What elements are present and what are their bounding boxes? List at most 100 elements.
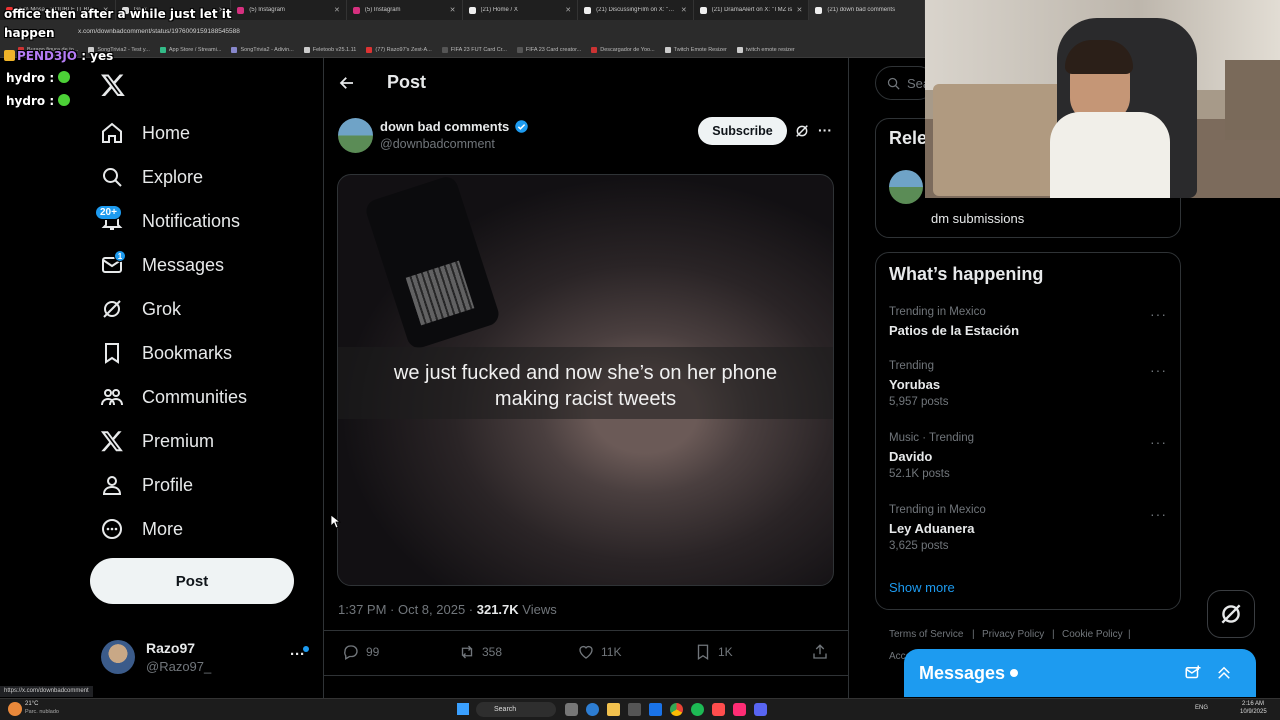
music-app-icon[interactable]	[733, 703, 746, 716]
bookmark-button[interactable]: 1K	[694, 643, 733, 661]
reply-icon	[344, 645, 358, 660]
trend-name[interactable]: Davido	[889, 449, 932, 464]
grok-explain-icon[interactable]	[794, 123, 810, 139]
browser-tab[interactable]: (5) Instagram ✕	[231, 0, 347, 20]
trend-name[interactable]: Ley Aduanera	[889, 521, 975, 536]
nav-grok-label: Grok	[142, 298, 182, 319]
edge-icon[interactable]	[586, 703, 599, 716]
views-label: Views	[518, 602, 557, 617]
url-text: x.com/downbadcomment/status/197600915918…	[78, 27, 240, 35]
footer-separator: |	[1128, 629, 1131, 640]
nav-premium-label: Premium	[142, 430, 215, 451]
trend-context: Trending in Mexico	[889, 504, 986, 516]
footer-terms[interactable]: Terms of Service	[889, 629, 963, 640]
x-logo-icon[interactable]	[100, 72, 126, 98]
browser-tab[interactable]: (21) Home / X ✕	[463, 0, 579, 20]
repost-button[interactable]: 358	[458, 643, 502, 661]
close-tab-icon[interactable]: ✕	[334, 6, 340, 14]
clock-time[interactable]: 2:16 AM	[1242, 701, 1264, 707]
share-icon[interactable]	[811, 643, 829, 661]
taskbar-search[interactable]: Search	[476, 702, 556, 717]
file-explorer-icon[interactable]	[607, 703, 620, 716]
trend-context: Music · Trending	[889, 432, 975, 444]
notifications-badge: 20+	[95, 205, 122, 220]
column-divider	[323, 58, 324, 698]
trend-name[interactable]: Patios de la Estación	[889, 323, 1019, 338]
trend-name[interactable]: Yorubas	[889, 377, 940, 392]
bookmark[interactable]: (77) Razo97's Zest-A...	[366, 46, 432, 53]
language-indicator[interactable]: ENG	[1195, 705, 1208, 711]
close-tab-icon[interactable]: ✕	[565, 6, 571, 14]
relevant-avatar[interactable]	[889, 170, 923, 204]
clock-date[interactable]: 10/9/2025	[1240, 709, 1267, 715]
footer-privacy[interactable]: Privacy Policy	[982, 629, 1044, 640]
repost-count: 358	[482, 645, 503, 659]
page-title: Post	[387, 72, 427, 92]
bookmark[interactable]: twitch emote resizer	[736, 46, 795, 53]
nav-bookmarks-label: Bookmarks	[142, 342, 233, 363]
account-handle: @Razo97_	[146, 659, 212, 674]
like-button[interactable]: 11K	[577, 643, 621, 661]
chrome-icon[interactable]	[670, 703, 683, 716]
back-arrow-icon[interactable]	[338, 74, 356, 92]
windows-start-icon[interactable]	[457, 703, 469, 715]
task-view-icon[interactable]	[565, 703, 578, 716]
expand-chevrons-icon[interactable]	[1215, 664, 1233, 682]
reply-button[interactable]: 99	[342, 643, 379, 661]
author-name[interactable]: down bad comments	[380, 119, 509, 134]
close-tab-icon[interactable]: ✕	[450, 6, 456, 14]
close-tab-icon[interactable]: ✕	[797, 6, 803, 14]
messages-drawer[interactable]: Messages	[904, 649, 1256, 697]
nav-notifications-label: Notifications	[142, 210, 241, 231]
bookmark[interactable]: App Store / Streami...	[159, 46, 221, 53]
trend-more-icon[interactable]: ···	[1150, 434, 1167, 450]
chat-badge-icon	[4, 50, 15, 61]
discord-icon[interactable]	[754, 703, 767, 716]
nav-grok[interactable]: Grok	[100, 294, 181, 324]
close-tab-icon[interactable]: ✕	[681, 6, 687, 14]
taskbar-apps	[565, 703, 767, 716]
nav-communities[interactable]: Communities	[100, 382, 247, 412]
bookmark[interactable]: Twitch Emote Resizer	[664, 46, 727, 53]
divider	[324, 675, 848, 676]
new-message-icon[interactable]	[1184, 664, 1202, 682]
browser-tab[interactable]: (21) DiscussingFilm on X: "Netfl ✕	[578, 0, 694, 20]
browser-tab[interactable]: (21) DramaAlert on X: "TMZ is ✕	[694, 0, 810, 20]
bookmark[interactable]: FIFA 23 FUT Card Cr...	[441, 46, 507, 53]
bookmark[interactable]: SongTrivia2 - Adivin...	[231, 46, 294, 53]
bookmark[interactable]: FIFA 23 Card creator...	[516, 46, 581, 53]
browser-tab-active[interactable]: (21) down bad comments	[809, 0, 925, 20]
grok-floating-button[interactable]	[1207, 590, 1255, 638]
author-avatar[interactable]	[338, 118, 373, 153]
post-button[interactable]: Post	[90, 558, 294, 604]
author-handle[interactable]: @downbadcomment	[380, 137, 495, 151]
bookmark[interactable]: Feletoob v25.1.11	[303, 46, 356, 53]
subscribe-button[interactable]: Subscribe	[698, 117, 787, 145]
nav-bookmarks[interactable]: Bookmarks	[100, 338, 232, 368]
trend-more-icon[interactable]: ···	[1150, 362, 1167, 378]
trend-more-icon[interactable]: ···	[1150, 506, 1167, 522]
nav-premium[interactable]: Premium	[100, 426, 214, 456]
account-avatar[interactable]	[101, 640, 135, 674]
store-icon[interactable]	[628, 703, 641, 716]
nav-profile[interactable]: Profile	[100, 470, 193, 500]
show-more-link[interactable]: Show more	[889, 580, 955, 595]
nav-more[interactable]: More	[100, 514, 183, 544]
mail-app-icon[interactable]	[649, 703, 662, 716]
post-more-icon[interactable]: ···	[818, 122, 832, 138]
account-name: Razo97	[146, 640, 196, 656]
trend-more-icon[interactable]: ···	[1150, 306, 1167, 322]
spotify-icon[interactable]	[691, 703, 704, 716]
bookmark[interactable]: Descargador de Yoo...	[591, 46, 655, 53]
weather-desc[interactable]: Parc. nublado	[25, 709, 59, 715]
trend-count: 5,957 posts	[889, 396, 949, 408]
footer-cookie[interactable]: Cookie Policy	[1062, 629, 1123, 640]
browser-tab[interactable]: (5) Instagram ✕	[347, 0, 463, 20]
chat-message: PEND3JO : yes	[4, 49, 113, 63]
nav-explore[interactable]: Explore	[100, 162, 203, 192]
video-app-icon[interactable]	[712, 703, 725, 716]
grok-icon	[103, 300, 121, 318]
address-bar[interactable]: x.com/downbadcomment/status/197600915918…	[0, 20, 925, 42]
nav-home[interactable]: Home	[100, 118, 190, 148]
post-timestamp[interactable]: 1:37 PM · Oct 8, 2025 ·	[338, 602, 477, 617]
